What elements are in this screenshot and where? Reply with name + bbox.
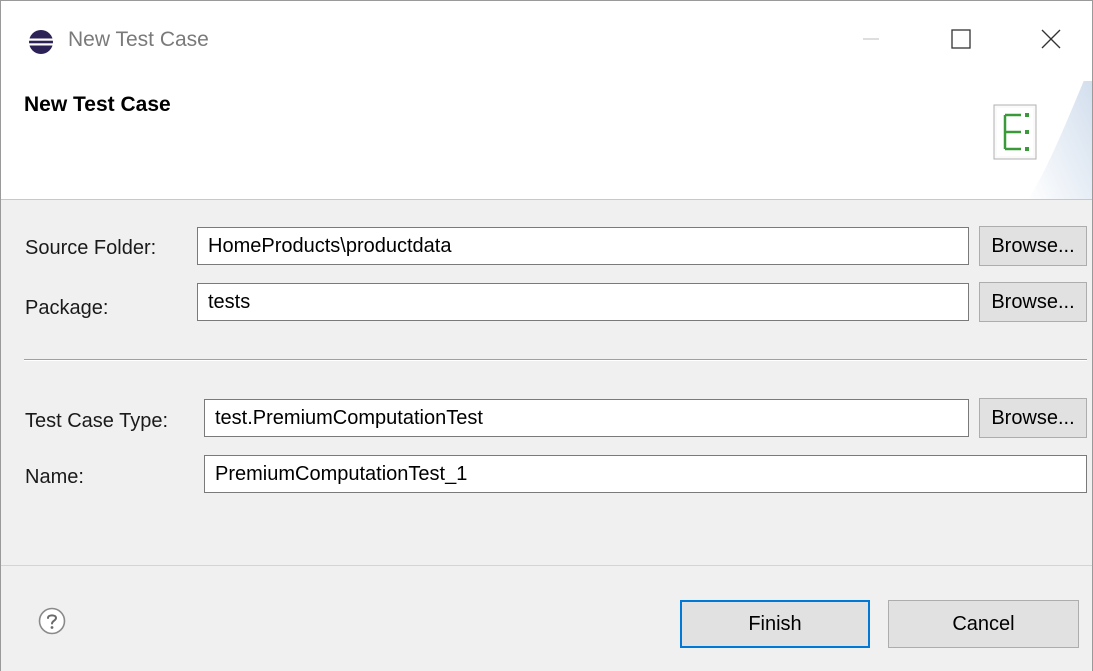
maximize-button[interactable]	[931, 13, 991, 65]
source-folder-label: Source Folder:	[25, 237, 157, 259]
package-label: Package:	[25, 297, 109, 319]
wizard-banner: New Test Case	[1, 81, 1092, 200]
maximize-icon	[951, 29, 971, 49]
minimize-button[interactable]	[841, 13, 901, 65]
package-field[interactable]: tests	[197, 283, 969, 321]
new-test-case-dialog: New Test Case New Test Case Source Folde…	[0, 0, 1093, 671]
test-case-type-browse-button[interactable]: Browse...	[979, 398, 1087, 438]
close-button[interactable]	[1021, 13, 1081, 65]
finish-button[interactable]: Finish	[680, 600, 870, 648]
window-title: New Test Case	[68, 28, 209, 51]
help-icon[interactable]	[38, 607, 66, 635]
section-separator	[24, 359, 1087, 361]
test-case-wizard-icon	[993, 81, 1092, 199]
test-case-type-field[interactable]: test.PremiumComputationTest	[204, 399, 969, 437]
minimize-icon	[863, 38, 879, 40]
source-folder-field[interactable]: HomeProducts\productdata	[197, 227, 969, 265]
cancel-button[interactable]: Cancel	[888, 600, 1079, 648]
eclipse-icon	[29, 30, 53, 54]
test-case-type-label: Test Case Type:	[25, 410, 169, 432]
banner-title: New Test Case	[24, 93, 171, 116]
title-bar: New Test Case	[1, 1, 1092, 81]
dialog-footer: Finish Cancel	[1, 565, 1092, 671]
name-label: Name:	[25, 466, 84, 488]
close-icon	[1041, 29, 1061, 49]
name-field[interactable]: PremiumComputationTest_1	[204, 455, 1087, 493]
source-folder-browse-button[interactable]: Browse...	[979, 226, 1087, 266]
package-browse-button[interactable]: Browse...	[979, 282, 1087, 322]
form-area: Source Folder: HomeProducts\productdata …	[1, 200, 1092, 565]
